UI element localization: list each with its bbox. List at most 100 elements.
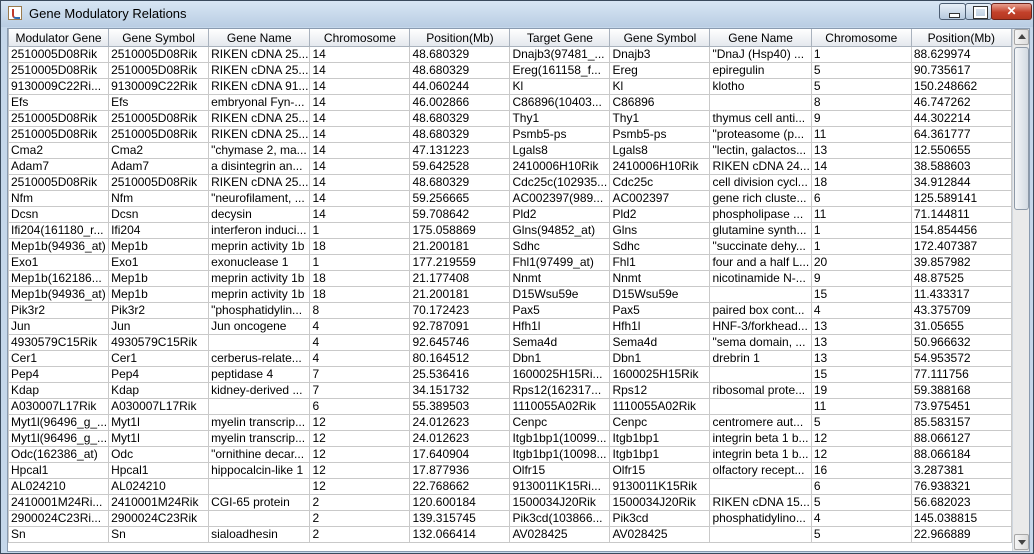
table-cell[interactable]: a disintegrin an... [208,158,311,175]
table-scroll-pane[interactable]: Modulator Gene Gene Symbol Gene Name Chromo… [7,28,1030,552]
table-cell[interactable]: 6 [309,398,411,415]
table-cell[interactable]: Lgals8 [609,142,711,159]
table-cell[interactable]: Kdap [108,382,210,399]
table-cell[interactable]: 12 [309,430,411,447]
table-cell[interactable]: 1110055A02Rik [609,398,711,415]
table-cell[interactable]: exonuclease 1 [208,254,311,271]
minimize-button[interactable] [939,3,966,20]
table-cell[interactable]: RIKEN cDNA 25... [208,46,311,63]
table-cell[interactable]: Cdc25c(102935... [509,174,611,191]
table-cell[interactable]: Dcsn [8,206,110,223]
table-row[interactable]: 2510005D08Rik 2510005D08Rik RIKEN cDNA 25.… [8,174,1012,191]
table-cell[interactable]: 3.287381 [910,462,1012,479]
table-row[interactable]: Hpcal1 Hpcal1 hippocalcin-like 1 12 17.87793… [8,462,1012,479]
table-cell[interactable]: Itgb1bp1 [609,446,711,463]
table-row[interactable]: Mep1b(94936_at) Mep1b meprin activity 1b 18… [8,286,1012,303]
table-cell[interactable]: Efs [108,94,210,111]
table-cell[interactable]: "phosphatidylin... [208,302,311,319]
table-cell[interactable]: RIKEN cDNA 25... [208,126,311,143]
table-row[interactable]: 2510005D08Rik 2510005D08Rik RIKEN cDNA 25.… [8,62,1012,79]
table-cell[interactable]: 13 [810,142,912,159]
table-row[interactable]: Sn Sn sialoadhesin 2 132.066414 AV028425 AV028… [8,526,1012,543]
table-cell[interactable]: 76.938321 [910,478,1012,495]
table-cell[interactable]: kidney-derived ... [208,382,311,399]
table-cell[interactable]: AL024210 [108,478,210,495]
table-cell[interactable]: 4 [810,510,912,527]
table-row[interactable]: Nfm Nfm "neurofilament, ... 14 59.256665 AC00… [8,190,1012,207]
table-cell[interactable]: 2410001M24Ri... [8,494,110,511]
table-cell[interactable]: Odc [108,446,210,463]
table-cell[interactable]: Exo1 [108,254,210,271]
table-row[interactable]: Efs Efs embryonal Fyn-... 14 46.002866 C86896… [8,94,1012,111]
table-cell[interactable]: Psmb5-ps [509,126,611,143]
table-cell[interactable]: Mep1b(94936_at) [8,286,110,303]
table-cell[interactable]: 48.87525 [910,270,1012,287]
table-cell[interactable]: 12 [309,414,411,431]
table-cell[interactable]: Cenpc [509,414,611,431]
table-cell[interactable]: 17.640904 [409,446,511,463]
table-cell[interactable] [709,366,812,383]
table-cell[interactable]: Cenpc [609,414,711,431]
table-cell[interactable]: RIKEN cDNA 25... [208,174,311,191]
column-header[interactable]: Target Gene [509,29,611,47]
table-cell[interactable]: peptidase 4 [208,366,311,383]
table-cell[interactable]: A030007L17Rik [8,398,110,415]
table-cell[interactable]: 1 [810,46,912,63]
table-cell[interactable]: 64.361777 [910,126,1012,143]
table-row[interactable]: AL024210 AL024210 12 22.768662 9130011K15Ri.… [8,478,1012,495]
table-cell[interactable]: 24.012623 [409,430,511,447]
table-cell[interactable]: Thy1 [609,110,711,127]
table-cell[interactable]: 1500034J20Rik [609,494,711,511]
table-cell[interactable]: Mep1b [108,238,210,255]
table-cell[interactable]: 48.680329 [409,62,511,79]
table-cell[interactable]: Hpcal1 [8,462,110,479]
table-cell[interactable]: cell division cycl... [709,174,812,191]
table-cell[interactable]: 92.787091 [409,318,511,335]
table-cell[interactable]: 48.680329 [409,46,511,63]
table-cell[interactable]: embryonal Fyn-... [208,94,311,111]
table-cell[interactable]: Nnmt [509,270,611,287]
table-cell[interactable]: centromere aut... [709,414,812,431]
table-cell[interactable]: AC002397 [609,190,711,207]
table-cell[interactable]: Hpcal1 [108,462,210,479]
table-cell[interactable]: Efs [8,94,110,111]
table-cell[interactable]: 46.002866 [409,94,511,111]
table-cell[interactable]: Rps12 [609,382,711,399]
table-cell[interactable]: 34.151732 [409,382,511,399]
table-cell[interactable]: 2510005D08Rik [108,46,210,63]
table-cell[interactable]: 14 [309,206,411,223]
table-cell[interactable]: phospholipase ... [709,206,812,223]
table-cell[interactable]: Hfh1l [509,318,611,335]
table-row[interactable]: 2510005D08Rik 2510005D08Rik RIKEN cDNA 25.… [8,126,1012,143]
table-row[interactable]: Myt1l(96496_g_... Myt1l myelin transcrip..… [8,430,1012,447]
table-cell[interactable]: 1110055A02Rik [509,398,611,415]
table-cell[interactable]: 22.966889 [910,526,1012,543]
table-cell[interactable]: 2510005D08Rik [8,126,110,143]
table-cell[interactable]: myelin transcrip... [208,414,311,431]
table-row[interactable]: Mep1b(94936_at) Mep1b meprin activity 1b 18… [8,238,1012,255]
table-cell[interactable]: 88.629974 [910,46,1012,63]
table-cell[interactable]: Cer1 [108,350,210,367]
table-row[interactable]: Jun Jun Jun oncogene 4 92.787091 Hfh1l Hfh1l HN… [8,318,1012,335]
table-cell[interactable]: decysin [208,206,311,223]
table-cell[interactable]: 71.144811 [910,206,1012,223]
table-row[interactable]: A030007L17Rik A030007L17Rik 6 55.389503 1110… [8,398,1012,415]
table-cell[interactable]: 59.708642 [409,206,511,223]
table-cell[interactable] [208,334,311,351]
table-cell[interactable]: meprin activity 1b [208,238,311,255]
table-cell[interactable]: 18 [309,270,411,287]
table-cell[interactable]: 50.966632 [910,334,1012,351]
table-cell[interactable]: 2 [309,526,411,543]
table-cell[interactable]: 5 [810,414,912,431]
table-cell[interactable]: thymus cell anti... [709,110,812,127]
table-cell[interactable]: Cdc25c [609,174,711,191]
vertical-scrollbar[interactable] [1012,29,1029,551]
table-row[interactable]: Ifi204(161180_r... Ifi204 interferon induc… [8,222,1012,239]
table-cell[interactable]: 4 [810,302,912,319]
table-cell[interactable]: 44.302214 [910,110,1012,127]
table-cell[interactable]: 6 [810,190,912,207]
title-bar[interactable]: Gene Modulatory Relations ✕ [1,1,1033,27]
table-row[interactable]: Myt1l(96496_g_... Myt1l myelin transcrip..… [8,414,1012,431]
table-cell[interactable]: 18 [309,238,411,255]
table-cell[interactable] [208,478,311,495]
